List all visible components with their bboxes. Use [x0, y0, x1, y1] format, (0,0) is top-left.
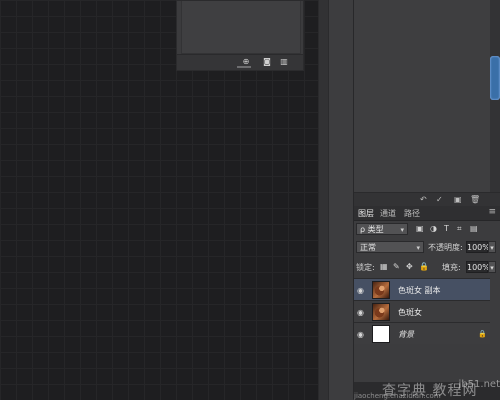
tab-layers[interactable]: 图层 — [358, 208, 374, 219]
fill-label: 填充: — [442, 263, 461, 272]
layer-thumbnail — [372, 303, 390, 321]
lock-paint-icon[interactable]: ✎ — [393, 262, 400, 271]
layer-name: 色斑女 — [398, 308, 422, 317]
lock-fill-row: 锁定: ▦ ✎ ✥ 🔒 填充: 100% ▾ — [356, 261, 496, 274]
trash-icon[interactable]: 🗑 — [470, 195, 480, 204]
chevron-down-icon: ▾ — [416, 244, 420, 252]
tab-paths[interactable]: 路径 — [404, 208, 420, 219]
layer-row[interactable]: ◉ 色斑女 副本 — [354, 278, 490, 300]
opacity-field[interactable]: 100% — [466, 241, 490, 253]
visibility-eye-icon[interactable]: ◉ — [357, 308, 367, 317]
undo-icon[interactable]: ↶ — [420, 195, 427, 204]
layer-row[interactable]: ◉ 色斑女 — [354, 300, 490, 322]
lock-label: 锁定: — [356, 263, 375, 272]
blend-mode-label: 正常 — [360, 243, 376, 252]
camera-icon[interactable]: ◙ — [262, 58, 272, 66]
right-panel-column: ↶ ✓ ▣ 🗑 图层 通道 路径 ≡ ρ 类型 ▾ ▣ ◑ T ⌗ ▤ 正常 ▾… — [354, 0, 500, 400]
scrollbar-thumb[interactable] — [490, 56, 500, 100]
smart-object-filter-icon[interactable]: ▤ — [470, 224, 478, 233]
new-icon[interactable]: ▣ — [454, 195, 462, 204]
visibility-eye-icon[interactable]: ◉ — [357, 330, 367, 339]
panel-resize-grip[interactable] — [237, 66, 252, 68]
filter-type-select[interactable]: ρ 类型 ▾ — [356, 223, 408, 235]
blend-mode-select[interactable]: 正常 ▾ — [356, 241, 424, 253]
upper-panel — [354, 0, 491, 192]
shape-filter-icon[interactable]: ⌗ — [457, 224, 462, 234]
layer-name: 色斑女 副本 — [398, 286, 441, 295]
layer-name: 背景 — [398, 330, 414, 339]
layers-panel-tabs: 图层 通道 路径 ≡ — [354, 206, 500, 221]
floating-panel-toolbar: ⊕ ◙ ▥ — [177, 54, 303, 70]
filter-type-label: ρ 类型 — [360, 225, 384, 234]
panel-menu-icon[interactable]: ≡ — [488, 207, 496, 217]
lock-all-icon[interactable]: 🔒 — [419, 262, 429, 271]
floating-panel-content — [181, 1, 301, 54]
tab-channels[interactable]: 通道 — [380, 208, 396, 219]
floating-panel: ⊕ ◙ ▥ — [176, 0, 304, 71]
blend-opacity-row: 正常 ▾ 不透明度: 100% ▾ — [356, 241, 496, 254]
trash-icon[interactable]: ▥ — [279, 58, 289, 66]
layer-add-icon[interactable]: ⊕ — [241, 58, 251, 66]
watermark-area: jb51.net 查字典 教程网 jiaocheng.chazidian.com — [354, 379, 500, 400]
adjustment-filter-icon[interactable]: ◑ — [430, 224, 437, 233]
fill-slider-toggle[interactable]: ▾ — [488, 261, 496, 273]
collapsed-panel-dock[interactable] — [328, 0, 354, 400]
chevron-down-icon: ▾ — [400, 226, 404, 234]
opacity-label: 不透明度: — [428, 243, 463, 252]
type-filter-icon[interactable]: T — [444, 224, 449, 233]
lock-icon: 🔒 — [478, 330, 487, 338]
layer-row[interactable]: ◉ 背景 🔒 — [354, 322, 490, 344]
layer-thumbnail — [372, 281, 390, 299]
watermark-url: jiaocheng.chazidian.com — [354, 392, 441, 400]
filter-row: ρ 类型 ▾ ▣ ◑ T ⌗ ▤ — [356, 223, 486, 236]
pixel-filter-icon[interactable]: ▣ — [416, 224, 424, 233]
opacity-slider-toggle[interactable]: ▾ — [488, 241, 496, 253]
lock-transparent-icon[interactable]: ▦ — [380, 262, 388, 271]
layer-thumbnail — [372, 325, 390, 343]
fill-field[interactable]: 100% — [466, 261, 490, 273]
visibility-eye-icon[interactable]: ◉ — [357, 286, 367, 295]
lock-position-icon[interactable]: ✥ — [406, 262, 413, 271]
layers-panel: 图层 通道 路径 ≡ ρ 类型 ▾ ▣ ◑ T ⌗ ▤ 正常 ▾ 不透明度: 1… — [354, 206, 500, 400]
check-icon[interactable]: ✓ — [436, 195, 443, 204]
